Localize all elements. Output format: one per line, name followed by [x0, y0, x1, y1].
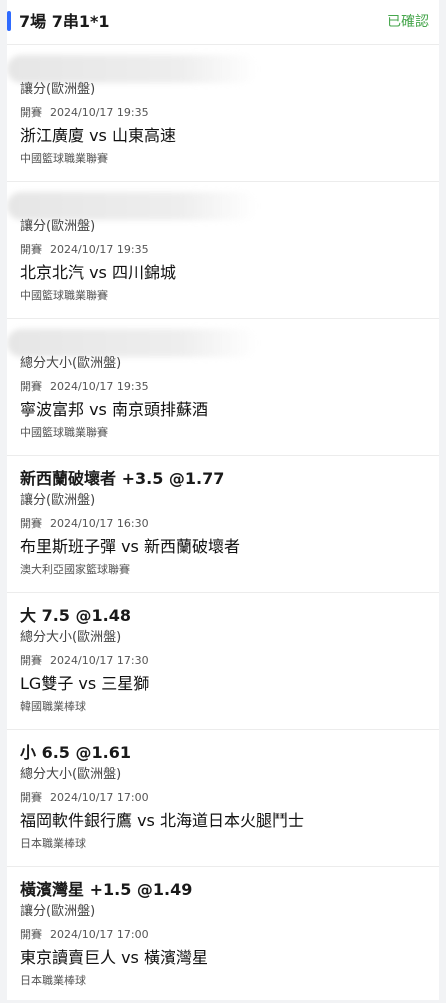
market-type: 讓分(歐洲盤)	[20, 82, 96, 97]
bet-item[interactable]: 新西蘭破壞者 +3.5 @1.77 讓分(歐洲盤) 開賽 2024/10/17 1…	[7, 456, 439, 593]
league-name: 中國籃球職業聯賽	[20, 152, 108, 165]
market-type: 讓分(歐洲盤)	[20, 219, 96, 234]
market-type: 總分大小(歐洲盤)	[20, 630, 122, 645]
slip-title: 7場 7串1*1	[19, 12, 110, 31]
kickoff-time: 2024/10/17 17:00	[50, 791, 149, 804]
kickoff-row: 開賽 2024/10/17 19:35	[20, 105, 149, 121]
kickoff-label: 開賽	[20, 791, 42, 804]
match-teams: 布里斯班子彈 vs 新西蘭破壞者	[20, 537, 240, 556]
bet-pick: 小 6.5 @1.61	[20, 743, 131, 762]
league-name: 韓國職業棒球	[20, 700, 86, 713]
header-accent-bar	[7, 11, 11, 31]
match-teams: LG雙子 vs 三星獅	[20, 674, 150, 693]
status-badge: 已確認	[387, 14, 429, 30]
kickoff-row: 開賽 2024/10/17 16:30	[20, 516, 149, 532]
kickoff-row: 開賽 2024/10/17 17:30	[20, 653, 149, 669]
kickoff-label: 開賽	[20, 654, 42, 667]
league-name: 日本職業棒球	[20, 974, 86, 987]
kickoff-time: 2024/10/17 19:35	[50, 380, 149, 393]
bet-pick: 大 7.5 @1.48	[20, 606, 131, 625]
market-type: 讓分(歐洲盤)	[20, 904, 96, 919]
bet-pick: 新西蘭破壞者 +3.5 @1.77	[20, 469, 225, 488]
kickoff-row: 開賽 2024/10/17 17:00	[20, 927, 149, 943]
market-type: 總分大小(歐洲盤)	[20, 356, 122, 371]
match-teams: 福岡軟件銀行鷹 vs 北海道日本火腿鬥士	[20, 811, 304, 830]
market-type: 讓分(歐洲盤)	[20, 493, 96, 508]
kickoff-label: 開賽	[20, 380, 42, 393]
league-name: 澳大利亞國家籃球聯賽	[20, 563, 130, 576]
bet-item[interactable]: 大 7.5 @1.48 總分大小(歐洲盤) 開賽 2024/10/17 17:30…	[7, 593, 439, 730]
bet-item[interactable]: 橫濱灣星 +1.5 @1.49 讓分(歐洲盤) 開賽 2024/10/17 17:…	[7, 867, 439, 1003]
kickoff-time: 2024/10/17 19:35	[50, 243, 149, 256]
kickoff-label: 開賽	[20, 517, 42, 530]
kickoff-time: 2024/10/17 17:00	[50, 928, 149, 941]
match-teams: 東京讀賣巨人 vs 橫濱灣星	[20, 948, 208, 967]
match-teams: 浙江廣廈 vs 山東高速	[20, 126, 176, 145]
obscured-pick	[7, 329, 257, 357]
kickoff-time: 2024/10/17 19:35	[50, 106, 149, 119]
league-name: 中國籃球職業聯賽	[20, 426, 108, 439]
obscured-pick	[7, 192, 257, 220]
kickoff-label: 開賽	[20, 243, 42, 256]
kickoff-label: 開賽	[20, 106, 42, 119]
match-teams: 寧波富邦 vs 南京頭排蘇酒	[20, 400, 208, 419]
market-type: 總分大小(歐洲盤)	[20, 767, 122, 782]
bet-slip-card: 7場 7串1*1 已確認 讓分(歐洲盤) 開賽 2024/10/17 19:35 …	[7, 0, 439, 1000]
bet-item[interactable]: 讓分(歐洲盤) 開賽 2024/10/17 19:35 浙江廣廈 vs 山東高速 …	[7, 45, 439, 182]
bet-item[interactable]: 總分大小(歐洲盤) 開賽 2024/10/17 19:35 寧波富邦 vs 南京頭…	[7, 319, 439, 456]
kickoff-time: 2024/10/17 17:30	[50, 654, 149, 667]
obscured-pick	[7, 55, 257, 83]
league-name: 日本職業棒球	[20, 837, 86, 850]
kickoff-label: 開賽	[20, 928, 42, 941]
bet-item[interactable]: 讓分(歐洲盤) 開賽 2024/10/17 19:35 北京北汽 vs 四川錦城 …	[7, 182, 439, 319]
kickoff-row: 開賽 2024/10/17 17:00	[20, 790, 149, 806]
slip-header: 7場 7串1*1 已確認	[7, 0, 439, 45]
kickoff-row: 開賽 2024/10/17 19:35	[20, 379, 149, 395]
league-name: 中國籃球職業聯賽	[20, 289, 108, 302]
kickoff-time: 2024/10/17 16:30	[50, 517, 149, 530]
bet-pick: 橫濱灣星 +1.5 @1.49	[20, 880, 193, 899]
match-teams: 北京北汽 vs 四川錦城	[20, 263, 176, 282]
kickoff-row: 開賽 2024/10/17 19:35	[20, 242, 149, 258]
bet-item[interactable]: 小 6.5 @1.61 總分大小(歐洲盤) 開賽 2024/10/17 17:00…	[7, 730, 439, 867]
